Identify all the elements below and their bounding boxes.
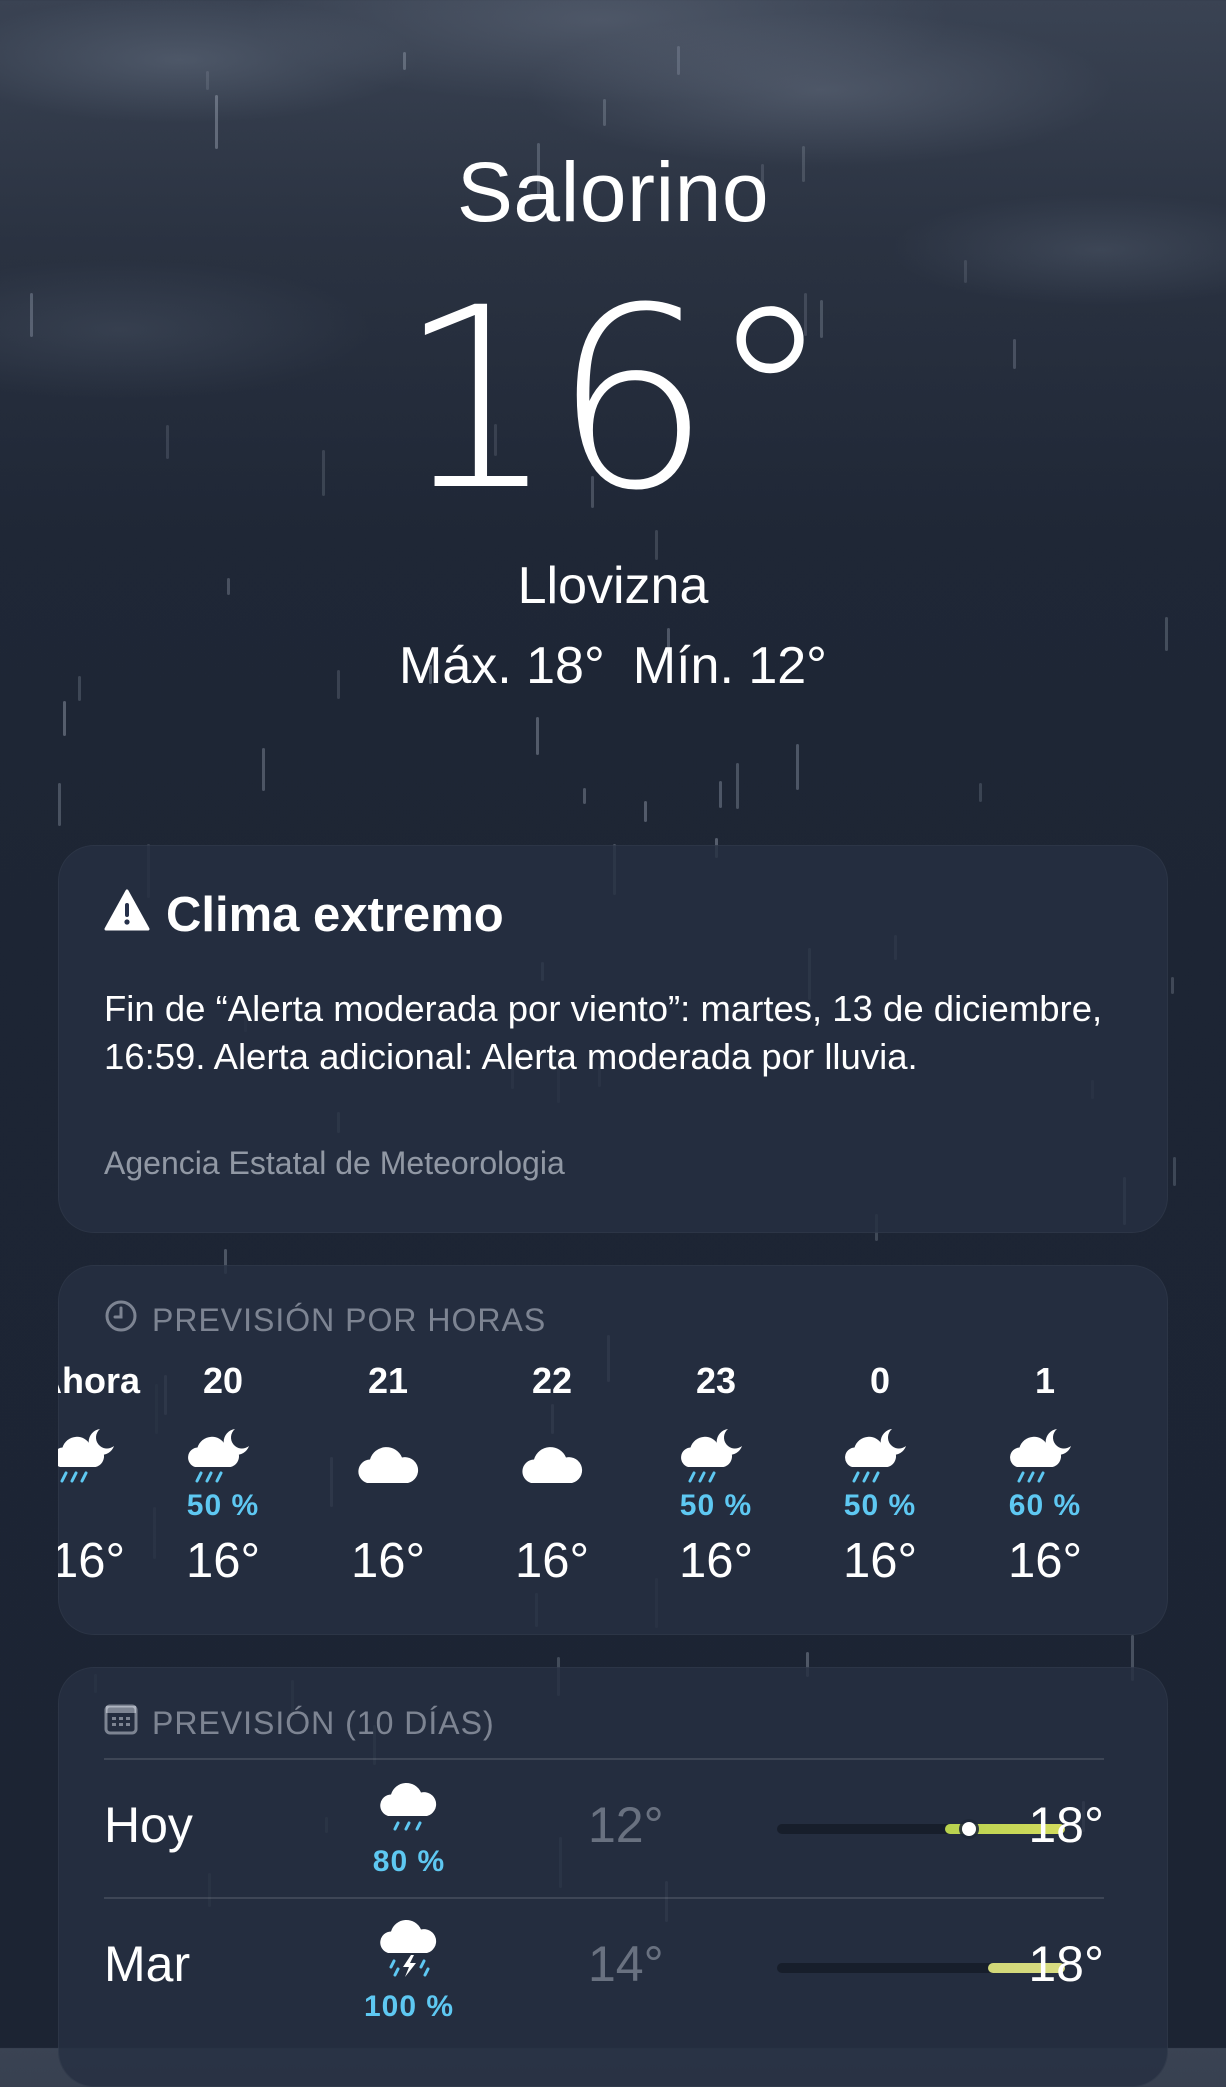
precipitation-chance	[477, 1489, 627, 1523]
current-temperature-marker	[962, 1822, 976, 1836]
partly-cloudy-night-rain-icon	[641, 1419, 791, 1489]
ten-day-forecast-title: PREVISIÓN (10 DÍAS)	[104, 1703, 495, 1743]
raindrop	[796, 744, 799, 790]
precipitation-chance	[313, 1489, 463, 1523]
raindrop	[979, 783, 982, 802]
hourly-temperature: 16°	[350, 1534, 426, 1588]
hourly-time: 1	[1034, 1360, 1056, 1401]
daily-day: Mar	[104, 1936, 191, 1992]
warning-triangle-icon	[104, 887, 150, 943]
cloud-drizzle-icon	[354, 1778, 464, 1843]
ten-day-forecast-list: Hoy 80 % 12° 18° Mar 100 % 14° 18°	[104, 1758, 1104, 2036]
cloud-icon	[313, 1419, 463, 1489]
ten-day-forecast-card[interactable]: PREVISIÓN (10 DÍAS) Hoy 80 % 12° 18° Mar 100 …	[58, 1667, 1168, 2087]
precipitation-chance: 60 %	[1008, 1489, 1082, 1522]
calendar-icon	[104, 1703, 138, 1743]
alert-source: Agencia Estatal de Meteorologia	[104, 1145, 565, 1181]
hourly-item: 20 50 % 16°	[148, 1357, 298, 1591]
daily-high: 18°	[1028, 1936, 1104, 1992]
current-temperature: 16°	[397, 254, 832, 545]
severe-weather-card[interactable]: Clima extremo Fin de “Alerta moderada po…	[58, 845, 1168, 1233]
hourly-item: 1 60 % 16°	[970, 1357, 1120, 1591]
hourly-temperature: 16°	[842, 1534, 918, 1588]
cloud-bolt-rain-icon	[354, 1917, 464, 1988]
hourly-item: 21 16°	[313, 1357, 463, 1591]
raindrop	[583, 788, 586, 804]
hourly-forecast-card[interactable]: PREVISIÓN POR HORAS Ahora16°2050 %16°211…	[58, 1265, 1168, 1635]
hourly-forecast-title: PREVISIÓN POR HORAS	[104, 1299, 546, 1341]
raindrop	[58, 783, 61, 826]
hourly-time: 23	[695, 1360, 737, 1401]
hourly-temperature: 16°	[678, 1534, 754, 1588]
partly-cloudy-night-rain-icon	[148, 1419, 298, 1489]
alert-description: Fin de “Alerta moderada por viento”: mar…	[104, 988, 1103, 1077]
hourly-temperature: 16°	[514, 1534, 590, 1588]
daily-day: Hoy	[104, 1797, 193, 1853]
daily-row[interactable]: Mar 100 % 14° 18°	[104, 1897, 1104, 2036]
precipitation-chance: 50 %	[843, 1489, 917, 1522]
raindrop	[262, 748, 265, 791]
precipitation-chance: 100 %	[363, 1990, 455, 2023]
alert-title-row: Clima extremo	[104, 887, 504, 943]
high-low-temperatures: Máx. 18° Mín. 12°	[0, 636, 1226, 696]
temperature-range-bar	[777, 1963, 1065, 1973]
low-temperature: Mín. 12°	[632, 637, 827, 695]
raindrop	[536, 717, 539, 755]
hourly-time: 0	[869, 1360, 891, 1401]
daily-low: 12°	[588, 1797, 664, 1853]
hourly-time: 21	[367, 1360, 409, 1401]
hourly-item: 22 16°	[477, 1357, 627, 1591]
hourly-time: 22	[531, 1360, 573, 1401]
precipitation-chance: 50 %	[186, 1489, 260, 1522]
hourly-scroll-strip[interactable]: Ahora16°2050 %16°2116°2216°2350 %16°050 …	[58, 1357, 1168, 1607]
precipitation-chance: 80 %	[372, 1845, 446, 1878]
daily-row[interactable]: Hoy 80 % 12° 18°	[104, 1758, 1104, 1897]
hourly-item: 23 50 % 16°	[641, 1357, 791, 1591]
daily-low: 14°	[588, 1936, 664, 1992]
cloud-icon	[477, 1419, 627, 1489]
city-name: Salorino	[456, 145, 770, 239]
partly-cloudy-night-rain-icon	[805, 1419, 955, 1489]
location-header: Salorino	[0, 150, 1226, 234]
hourly-item: 0 50 % 16°	[805, 1357, 955, 1591]
raindrop	[736, 763, 739, 809]
hourly-temperature: 16°	[185, 1534, 261, 1588]
hourly-time: 20	[202, 1360, 244, 1401]
raindrop	[1173, 1157, 1176, 1186]
clock-icon	[104, 1299, 138, 1341]
raindrop	[1171, 977, 1174, 994]
daily-high: 18°	[1028, 1797, 1104, 1853]
hourly-temperature: 16°	[1007, 1534, 1083, 1588]
raindrop	[63, 701, 66, 736]
raindrop	[719, 781, 722, 808]
temperature-range-bar	[777, 1822, 1065, 1836]
alert-title: Clima extremo	[166, 888, 504, 942]
current-condition: Llovizna	[517, 557, 709, 615]
high-temperature: Máx. 18°	[399, 637, 605, 695]
raindrop	[644, 801, 647, 822]
partly-cloudy-night-rain-icon	[970, 1419, 1120, 1489]
precipitation-chance: 50 %	[679, 1489, 753, 1522]
